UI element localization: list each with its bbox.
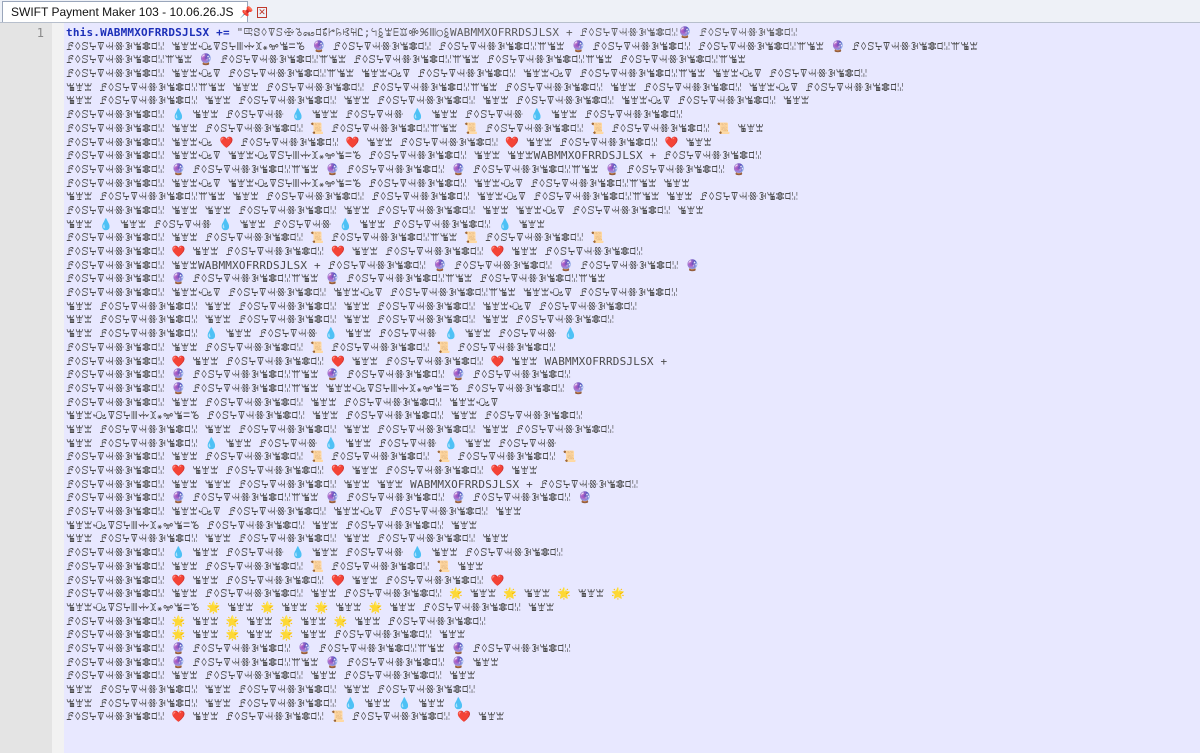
code-line: ꗓꕺꕶꕴꘜꕜꗥꘂꘊꗶꕼꗹ ꘊꘄꘇ ꗓꕺꕶꕴꘜꕜꗥꘂꘊꗶꕼꗹ ꘊꘄꘇ ꗓꕺꕶꕴꘜꕜ…	[66, 587, 625, 601]
line-number: 1	[36, 26, 44, 40]
code-line: ꗓꕺꕶꕴꘜꕜꗥꘂꘊꗶꕼꗹ ꘊꘄꘇꘐꘜ ꗓꕺꕶꕴꘜꕜꗥꘂꘊꗶꕼꗹꕌꘊꘇ ꘊꘄꘇꘐꘜ…	[66, 67, 868, 81]
code-line: ꗓꕺꕶꕴꘜꕜꗥꘂꘊꗶꕼꗹ ꘊꘄꘇ ꘊꘄꘇ ꗓꕺꕶꕴꘜꕜꗥꘂꘊꗶꕼꗹ ꘊꘄꘇ ꘊꘄ…	[66, 477, 639, 491]
code-line: ꘊꘄꘇ ꗓꕺꕶꕴꘜꕜꗥꘂꘊꗶꕼꗹ ꘊꘄꘇ ꗓꕺꕶꕴꘜꕜꗥꘂꘊꗶꕼꗹ ꘊꘄꘇ ꗓꕺ…	[66, 683, 476, 696]
close-icon[interactable]: ✕	[257, 6, 267, 18]
code-line: ꘊꘄꘇ ꗓꕺꕶꕴꘜꕜꗥꘂꘊꗶꕼꗹ ꘊꘄꘇ ꗓꕺꕶꕴꘜꕜꗥꘂꘊꗶꕼꗹ ꘊꘄꘇ ꗓꕺ…	[66, 532, 509, 546]
code-line: ꗓꕺꕶꕴꘜꕜꗥꘂꘊꗶꕼꗹ ꘊꘄꘇ ꗓꕺꕶꕴꘜꕜꗥꘂꘊꗶꕼꗹ ꘊꘄꘇ ꗓꕺꕶꕴꘜꕜ…	[66, 395, 499, 409]
code-line: ꘊꘄꘇꘐꘜꕶꕴꘈꗼꘉ꘎ꗁꘊꘌꘋ ꗓꕺꕶꕴꘜꕜꗥꘂꘊꗶꕼꗹ ꘊꘄꘇ ꗓꕺꕶꕴꘜꕜꗥ…	[66, 518, 478, 532]
tab-title: SWIFT Payment Maker 103 - 10.06.26.JS	[11, 5, 234, 19]
code-line: ꗓꕺꕶꕴꘜꕜꗥꘂꘊꗶꕼꗹ ❤️ ꘊꘄꘇ ꗓꕺꕶꕴꘜꕜꗥꘂꘊꗶꕼꗹ ❤️ ꘊꘄꘇ …	[66, 573, 505, 587]
pin-icon[interactable]: 📌	[240, 6, 254, 19]
file-tab[interactable]: SWIFT Payment Maker 103 - 10.06.26.JS 📌 …	[2, 1, 267, 22]
code-line: ꘊꘄꘇ ꗓꕺꕶꕴꘜꕜꗥꘂꘊꗶꕼꗹ 💧 ꘊꘄꘇ ꗓꕺꕶꕴꘜꕜꗥ 💧 ꘊꘄꘇ ꗓꕺꕶ…	[66, 327, 578, 341]
code-line: ꗓꕺꕶꕴꘜꕜꗥꘂꘊꗶꕼꗹ 🌟 ꘊꘄꘇ 🌟 ꘊꘄꘇ 🌟 ꘊꘄꘇ 🌟 ꘊꘄꘇ ꗓꕺꕶ…	[66, 614, 487, 628]
code-line: ꗓꕺꕶꕴꘜꕜꗥꘂꘊꗶꕼꗹꕌꘊꘇ 🔮 ꗓꕺꕶꕴꘜꕜꗥꘂꘊꗶꕼꗹꕌꘊꘇ ꗓꕺꕶꕴꘜꕜ…	[66, 53, 747, 67]
code-line: ꗓꕺꕶꕴꘜꕜꗥꘂꘊꗶꕼꗹ 🌟 ꘊꘄꘇ 🌟 ꘊꘄꘇ 🌟 ꘊꘄꘇ ꗓꕺꕶꕴꘜꕜꗥꘂꘊ…	[66, 628, 466, 642]
code-line: ꘊꘄꘇ ꗓꕺꕶꕴꘜꕜꗥꘂꘊꗶꕼꗹ ꘊꘄꘇ ꗓꕺꕶꕴꘜꕜꗥꘂꘊꗶꕼꗹ 💧 ꘊꘄꘇ …	[66, 696, 466, 710]
code-area[interactable]: this.WABMMXOFRRDSJLSX += "ꕓꗟꕺꘜꕶꗾ꘧꘏ꕼ꘦ꔵ꘥ꕙ꘤…	[66, 26, 1192, 753]
code-line: ꗓꕺꕶꕴꘜꕜꗥꘂꘊꗶꕼꗹ ❤️ ꘊꘄꘇ ꗓꕺꕶꕴꘜꕜꗥꘂꘊꗶꕼꗹ ❤️ ꘊꘄꘇ …	[66, 354, 668, 368]
code-line: ꗓꕺꕶꕴꘜꕜꗥꘂꘊꗶꕼꗹ ꘊꘄꘇ ꗓꕺꕶꕴꘜꕜꗥꘂꘊꗶꕼꗹ 📜 ꗓꕺꕶꕴꘜꕜꗥꘂ…	[66, 340, 556, 354]
keyword-this: this.	[66, 26, 101, 39]
code-line: ꗓꕺꕶꕴꘜꕜꗥꘂꘊꗶꕼꗹ ꘊꘄꘇ ꗓꕺꕶꕴꘜꕜꗥꘂꘊꗶꕼꗹ 📜 ꗓꕺꕶꕴꘜꕜꗥꘂ…	[66, 121, 764, 135]
variable-identifier: WABMMXOFRRDSJLSX	[100, 26, 210, 39]
code-line: ꗓꕺꕶꕴꘜꕜꗥꘂꘊꗶꕼꗹ ꘊꘄꘇ ꗓꕺꕶꕴꘜꕜꗥꘂꘊꗶꕼꗹ 📜 ꗓꕺꕶꕴꘜꕜꗥꘂ…	[66, 559, 484, 573]
code-line: ꗓꕺꕶꕴꘜꕜꗥꘂꘊꗶꕼꗹ 🔮 ꗓꕺꕶꕴꘜꕜꗥꘂꘊꗶꕼꗹꕌꘊꘇ 🔮 ꗓꕺꕶꕴꘜꕜꗥ…	[66, 655, 499, 669]
code-line: ꗓꕺꕶꕴꘜꕜꗥꘂꘊꗶꕼꗹ 🔮 ꗓꕺꕶꕴꘜꕜꗥꘂꘊꗶꕼꗹꕌꘊꘇ 🔮 ꗓꕺꕶꕴꘜꕜꗥ…	[66, 162, 746, 176]
code-line: ꗓꕺꕶꕴꘜꕜꗥꘂꘊꗶꕼꗹ ꘊꘄꘇ ꗓꕺꕶꕴꘜꕜꗥꘂꘊꗶꕼꗹ 📜 ꗓꕺꕶꕴꘜꕜꗥꘂ…	[66, 231, 605, 245]
tab-bar: SWIFT Payment Maker 103 - 10.06.26.JS 📌 …	[0, 0, 1200, 23]
code-line: ꗓꕺꕶꕴꘜꕜꗥꘂꘊꗶꕼꗹ ꘊꘄꘇꘐꘜ ꗓꕺꕶꕴꘜꕜꗥꘂꘊꗶꕼꗹ ꘊꘄꘇꘐꘜ ꗓꕺ…	[66, 286, 678, 300]
code-line: ꗓꕺꕶꕴꘜꕜꗥꘂꘊꗶꕼꗹ ꘊꘄꘇꘐꘜ ꗓꕺꕶꕴꘜꕜꗥꘂꘊꗶꕼꗹ ꘊꘄꘇꘐꘜ ꗓꕺ…	[66, 505, 522, 519]
code-line-first: this.WABMMXOFRRDSJLSX += "ꕓꗟꕺꘜꕶꗾ꘧꘏ꕼ꘦ꔵ꘥ꕙ꘤…	[66, 26, 1192, 40]
code-line: ꗓꕺꕶꕴꘜꕜꗥꘂꘊꗶꕼꗹ 💧 ꘊꘄꘇ ꗓꕺꕶꕴꘜꕜꗥ 💧 ꘊꘄꘇ ꗓꕺꕶꕴꘜꕜꗥ…	[66, 108, 684, 122]
line-number-gutter: 1	[0, 23, 53, 753]
code-line: ꗓꕺꕶꕴꘜꕜꗥꘂꘊꗶꕼꗹ ꘊꘄꘇ ꘊꘄꘇ ꗓꕺꕶꕴꘜꕜꗥꘂꘊꗶꕼꗹ ꘊꘄꘇ ꗓꕺ…	[66, 203, 704, 217]
code-line: ꗓꕺꕶꕴꘜꕜꗥꘂꘊꗶꕼꗹ ꘊꘄꘇꘐꘜ ꘊꘄꘇꘐꘜꕶꕴꘈꗼꘉ꘎ꗁꘊꘌꘋ ꗓꕺꕶꕴꘜ…	[66, 176, 690, 190]
code-line: ꘊꘄꘇ ꗓꕺꕶꕴꘜꕜꗥꘂꘊꗶꕼꗹ ꘊꘄꘇ ꗓꕺꕶꕴꘜꕜꗥꘂꘊꗶꕼꗹ ꘊꘄꘇ ꗓꕺ…	[66, 422, 615, 436]
code-line: ꘊꘄꘇ ꗓꕺꕶꕴꘜꕜꗥꘂꘊꗶꕼꗹ ꘊꘄꘇ ꗓꕺꕶꕴꘜꕜꗥꘂꘊꗶꕼꗹ ꘊꘄꘇ ꗓꕺ…	[66, 313, 615, 327]
code-line: ꘊꘄꘇꘐꘜꕶꕴꘈꗼꘉ꘎ꗁꘊꘌꘋ ꗓꕺꕶꕴꘜꕜꗥꘂꘊꗶꕼꗹ ꘊꘄꘇ ꗓꕺꕶꕴꘜꕜꗥ…	[66, 409, 583, 423]
code-line: ꗓꕺꕶꕴꘜꕜꗥꘂꘊꗶꕼꗹ ꘊꘄꘇ ꗓꕺꕶꕴꘜꕜꗥꘂꘊꗶꕼꗹ ꘊꘄꘇ ꗓꕺꕶꕴꘜꕜ…	[66, 669, 476, 683]
code-editor[interactable]: 1 this.WABMMXOFRRDSJLSX += "ꕓꗟꕺꘜꕶꗾ꘧꘏ꕼ꘦ꔵ꘥…	[0, 23, 1200, 753]
code-line: ꘊꘄꘇ ꗓꕺꕶꕴꘜꕜꗥꘂꘊꗶꕼꗹ ꘊꘄꘇ ꗓꕺꕶꕴꘜꕜꗥꘂꘊꗶꕼꗹ ꘊꘄꘇ ꗓꕺ…	[66, 299, 638, 313]
code-line: ꗓꕺꕶꕴꘜꕜꗥꘂꘊꗶꕼꗹ 🔮 ꗓꕺꕶꕴꘜꕜꗥꘂꘊꗶꕼꗹ 🔮 ꗓꕺꕶꕴꘜꕜꗥꘂꘊꗶ…	[66, 641, 572, 655]
code-line: ꗓꕺꕶꕴꘜꕜꗥꘂꘊꗶꕼꗹ 💧 ꘊꘄꘇ ꗓꕺꕶꕴꘜꕜꗥ 💧 ꘊꘄꘇ ꗓꕺꕶꕴꘜꕜꗥ…	[66, 546, 564, 560]
code-line: ꗓꕺꕶꕴꘜꕜꗥꘂꘊꗶꕼꗹ 🔮 ꗓꕺꕶꕴꘜꕜꗥꘂꘊꗶꕼꗹꕌꘊꘇ 🔮 ꗓꕺꕶꕴꘜꕜꗥ…	[66, 491, 592, 505]
code-line: ꗓꕺꕶꕴꘜꕜꗥꘂꘊꗶꕼꗹ ꘊꘄꘇꘐꘜꕶꕴꘈꗼꘉ꘎ꗁꘊꘌꘋ 🔮 ꗓꕺꕶꕴꘜꕜꗥꘂꘊ…	[66, 39, 979, 53]
code-line: ꗓꕺꕶꕴꘜꕜꗥꘂꘊꗶꕼꗹ 🔮 ꗓꕺꕶꕴꘜꕜꗥꘂꘊꗶꕼꗹꕌꘊꘇ ꘊꘄꘇꘐꘜꕶꕴꘈꗼ…	[66, 381, 586, 395]
code-line: ꘊꘄꘇ ꗓꕺꕶꕴꘜꕜꗥꘂꘊꗶꕼꗹ 💧 ꘊꘄꘇ ꗓꕺꕶꕴꘜꕜꗥ 💧 ꘊꘄꘇ ꗓꕺꕶ…	[66, 436, 557, 450]
code-line: ꗓꕺꕶꕴꘜꕜꗥꘂꘊꗶꕼꗹ ❤️ ꘊꘄꘇ ꗓꕺꕶꕴꘜꕜꗥꘂꘊꗶꕼꗹ ❤️ ꘊꘄꘇ …	[66, 464, 538, 477]
code-line: ꘊꘄꘇ ꗓꕺꕶꕴꘜꕜꗥꘂꘊꗶꕼꗹ ꘊꘄꘇ ꗓꕺꕶꕴꘜꕜꗥꘂꘊꗶꕼꗹ ꘊꘄꘇ ꗓꕺ…	[66, 94, 810, 108]
code-line: ꘊꘄꘇ ꗓꕺꕶꕴꘜꕜꗥꘂꘊꗶꕼꗹꕌꘊꘇ ꘊꘄꘇ ꗓꕺꕶꕴꘜꕜꗥꘂꘊꗶꕼꗹ ꗓꕺꕶ…	[66, 80, 904, 94]
code-line: ꗓꕺꕶꕴꘜꕜꗥꘂꘊꗶꕼꗹ ꘊꘄꘇꘐꘜ ꘊꘄꘇꘐꘜꕶꕴꘈꗼꘉ꘎ꗁꘊꘌꘋ ꗓꕺꕶꕴꘜ…	[66, 149, 762, 163]
code-line: ꘊꘄꘇꘐꘜꕶꕴꘈꗼꘉ꘎ꗁꘊꘌꘋ 🌟 ꘊꘄꘇ 🌟 ꘊꘄꘇ 🌟 ꘊꘄꘇ 🌟 ꘊꘄꘇ …	[66, 600, 555, 614]
code-line: ꗓꕺꕶꕴꘜꕜꗥꘂꘊꗶꕼꗹ 🔮 ꗓꕺꕶꕴꘜꕜꗥꘂꘊꗶꕼꗹꕌꘊꘇ 🔮 ꗓꕺꕶꕴꘜꕜꗥ…	[66, 272, 606, 286]
code-line: ꗓꕺꕶꕴꘜꕜꗥꘂꘊꗶꕼꗹ ꘊꘄꘇꘐ ❤️ ꗓꕺꕶꕴꘜꕜꗥꘂꘊꗶꕼꗹ ❤️ ꘊꘄꘇ…	[66, 135, 713, 149]
code-line: ꗓꕺꕶꕴꘜꕜꗥꘂꘊꗶꕼꗹ ꘊꘄꘇ ꗓꕺꕶꕴꘜꕜꗥꘂꘊꗶꕼꗹ 📜 ꗓꕺꕶꕴꘜꕜꗥꘂ…	[66, 450, 577, 464]
code-line: ꘊꘄꘇ ꗓꕺꕶꕴꘜꕜꗥꘂꘊꗶꕼꗹꕌꘊꘇ ꘊꘄꘇ ꗓꕺꕶꕴꘜꕜꗥꘂꘊꗶꕼꗹ ꗓꕺꕶ…	[66, 190, 799, 204]
operator: +=	[209, 26, 237, 39]
code-line: ꗓꕺꕶꕴꘜꕜꗥꘂꘊꗶꕼꗹ 🔮 ꗓꕺꕶꕴꘜꕜꗥꘂꘊꗶꕼꗹꕌꘊꘇ 🔮 ꗓꕺꕶꕴꘜꕜꗥ…	[66, 368, 572, 382]
code-line: ꗓꕺꕶꕴꘜꕜꗥꘂꘊꗶꕼꗹ ꘊꘄꘇWABMMXOFRRDSJLSX + ꗓꕺꕶꕴꘜ…	[66, 258, 700, 272]
fold-margin	[52, 23, 64, 753]
code-line: ꘊꘄꘇ 💧 ꘊꘄꘇ ꗓꕺꕶꕴꘜꕜꗥ 💧 ꘊꘄꘇ ꗓꕺꕶꕴꘜꕜꗥ 💧 ꘊꘄꘇ ꗓꕺ…	[66, 217, 546, 231]
code-line: ꗓꕺꕶꕴꘜꕜꗥꘂꘊꗶꕼꗹ ❤️ ꘊꘄꘇ ꗓꕺꕶꕴꘜꕜꗥꘂꘊꗶꕼꗹ ❤️ ꘊꘄꘇ …	[66, 245, 644, 258]
wrapped-string-lines: ꗓꕺꕶꕴꘜꕜꗥꘂꘊꗶꕼꗹ ꘊꘄꘇꘐꘜꕶꕴꘈꗼꘉ꘎ꗁꘊꘌꘋ 🔮 ꗓꕺꕶꕴꘜꕜꗥꘂꘊ…	[66, 40, 1192, 724]
string-literal: "ꕓꗟꕺꘜꕶꗾ꘧꘏ꕼ꘦ꔵ꘥ꕙ꘤Ꮭ;ꕪꗐꘆꗋꘑꗂꕑꘈ○ꗐWABMMXOFRRDSJ…	[236, 26, 798, 39]
code-line: ꗓꕺꕶꕴꘜꕜꗥꘂꘊꗶꕼꗹ ❤️ ꘊꘄꘇ ꗓꕺꕶꕴꘜꕜꗥꘂꘊꗶꕼꗹ 📜 ꗓꕺꕶꕴꘜ…	[66, 710, 505, 724]
